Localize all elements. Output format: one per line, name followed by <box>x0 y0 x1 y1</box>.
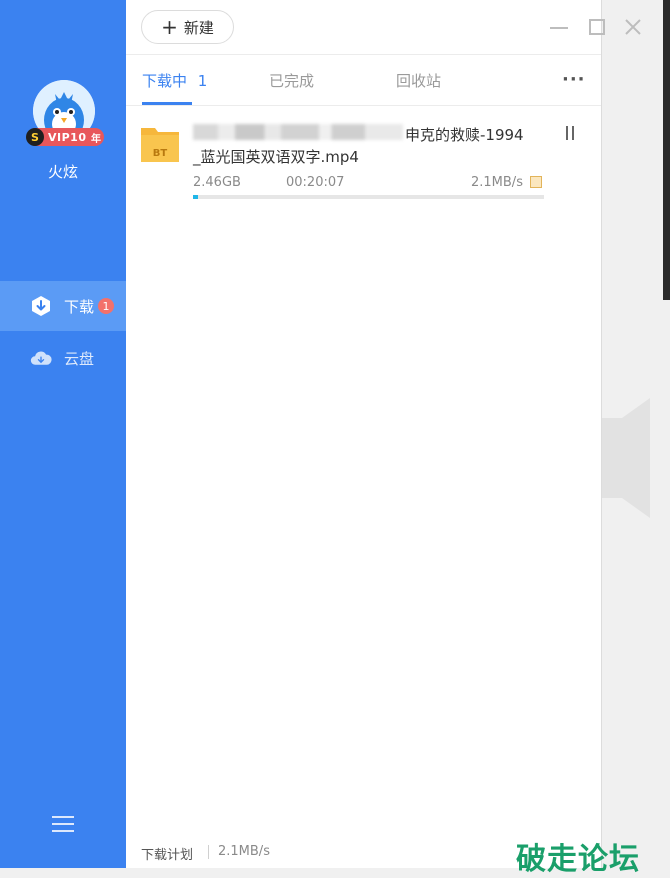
minimize-icon[interactable] <box>548 16 570 38</box>
sidebar-item-download[interactable]: 下载 1 <box>0 281 126 331</box>
task-time-remaining: 00:20:07 <box>286 175 345 190</box>
sidebar-item-label: 云盘 <box>64 349 95 368</box>
app-window: S VIP10 年 火炫 下载 1 云盘 + 新建 下载中 1 已完成 回收站 … <box>0 0 641 868</box>
tab-bar: 下载中 1 已完成 回收站 ··· <box>126 55 601 106</box>
task-progress-bar <box>193 195 544 199</box>
close-icon[interactable] <box>622 16 644 38</box>
total-speed: 2.1MB/s <box>218 844 270 859</box>
footer-divider <box>208 845 209 859</box>
top-bar: + 新建 <box>126 0 641 55</box>
tab-downloading[interactable]: 下载中 1 <box>142 70 207 91</box>
task-size: 2.46GB <box>193 175 241 190</box>
sidebar-item-label: 下载 <box>64 297 95 316</box>
task-progress-fill <box>193 195 199 199</box>
cloud-icon <box>30 347 52 369</box>
more-options-icon[interactable]: ··· <box>562 69 586 90</box>
new-task-button[interactable]: + 新建 <box>141 10 234 44</box>
download-plan-link[interactable]: 下载计划 <box>141 844 193 863</box>
background-edge <box>663 0 670 300</box>
maximize-icon[interactable] <box>586 16 608 38</box>
plus-icon: + <box>161 15 178 39</box>
task-title-line2: _蓝光国英双语双字.mp4 <box>193 148 359 166</box>
download-icon <box>30 295 52 317</box>
task-speed: 2.1MB/s <box>471 175 523 190</box>
vip-s-icon: S <box>26 128 44 146</box>
sidebar: S VIP10 年 火炫 下载 1 云盘 <box>0 0 126 868</box>
active-tab-indicator <box>142 102 192 105</box>
username: 火炫 <box>47 163 78 181</box>
menu-icon[interactable] <box>52 814 74 834</box>
vip-badge[interactable]: S VIP10 年 <box>26 128 104 146</box>
watermark-text: 破走论坛 <box>516 842 640 877</box>
pause-icon[interactable] <box>566 126 580 140</box>
tab-recycle-bin[interactable]: 回收站 <box>396 70 441 91</box>
bt-folder-icon: BT <box>140 124 180 164</box>
new-task-label: 新建 <box>183 18 214 37</box>
background-speaker-shape <box>602 398 650 518</box>
task-title-line1: 申克的救赎-1994 <box>405 126 524 144</box>
tab-count: 1 <box>197 72 208 90</box>
vip-year: 年 <box>91 133 101 145</box>
blurred-title-segment <box>193 124 403 140</box>
accelerate-icon[interactable] <box>530 176 542 188</box>
sidebar-item-cloud[interactable]: 云盘 <box>0 333 126 383</box>
download-count-badge: 1 <box>98 298 114 314</box>
tab-completed[interactable]: 已完成 <box>269 70 314 91</box>
file-type-label: BT <box>153 148 168 159</box>
tab-label: 下载中 <box>142 72 188 90</box>
vip-level: VIP10 <box>48 130 87 144</box>
